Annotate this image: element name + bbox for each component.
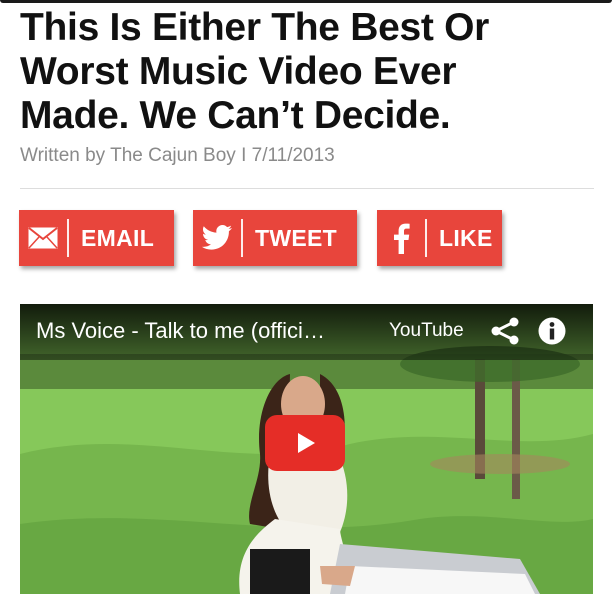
title-line-2: Worst Music Video Ever <box>20 50 457 93</box>
play-button[interactable] <box>265 415 345 471</box>
tweet-separator <box>241 219 243 257</box>
top-border <box>0 0 612 3</box>
email-label: EMAIL <box>81 224 155 251</box>
like-separator <box>425 219 427 257</box>
tweet-label: TWEET <box>255 224 337 251</box>
email-share-button[interactable]: EMAIL <box>19 210 174 266</box>
youtube-provider-label[interactable]: YouTube <box>389 320 464 342</box>
play-icon <box>298 433 315 453</box>
title-line-1: This Is Either The Best Or <box>20 6 489 49</box>
twitter-bird-icon <box>193 210 241 266</box>
facebook-f-icon <box>377 210 425 266</box>
video-title[interactable]: Ms Voice - Talk to me (offici… <box>36 318 325 344</box>
title-line-3: Made. We Can’t Decide. <box>20 94 451 137</box>
info-icon[interactable] <box>537 316 567 351</box>
envelope-icon <box>19 210 67 266</box>
article-byline: Written by The Cajun Boy I 7/11/2013 <box>20 145 335 166</box>
tweet-share-button[interactable]: TWEET <box>193 210 357 266</box>
email-separator <box>67 219 69 257</box>
youtube-video-embed[interactable]: Ms Voice - Talk to me (offici… YouTube <box>20 304 593 594</box>
like-label: LIKE <box>439 224 493 251</box>
share-icon[interactable] <box>490 316 520 351</box>
divider <box>20 188 594 189</box>
article-title: This Is Either The Best Or Worst Music V… <box>20 6 600 138</box>
like-share-button[interactable]: LIKE <box>377 210 502 266</box>
